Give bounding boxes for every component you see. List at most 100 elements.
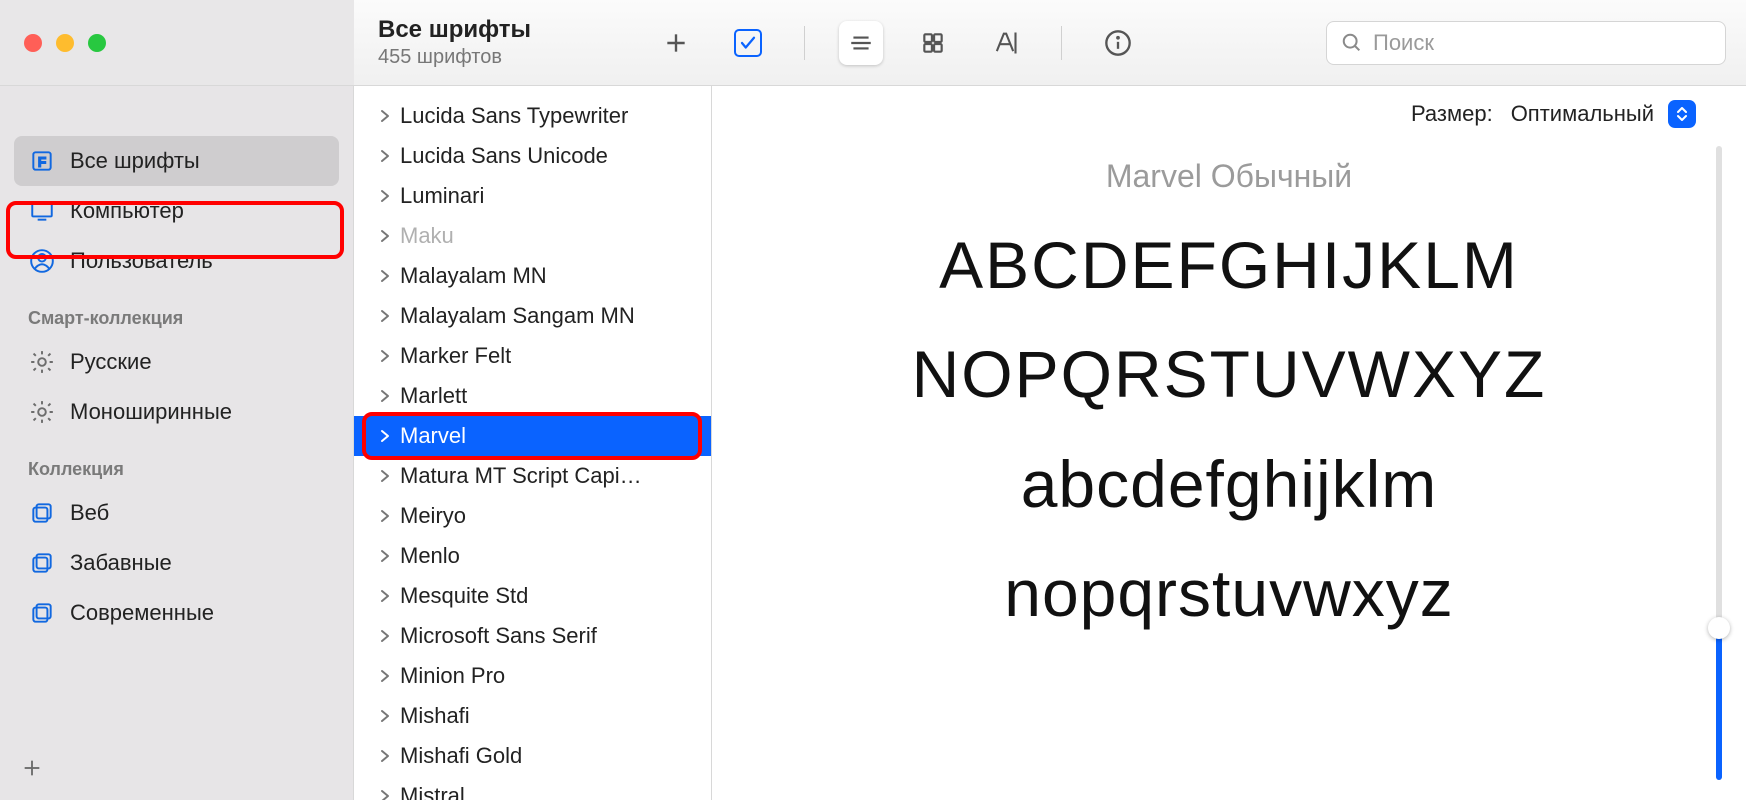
dropdown-arrow-icon [1668, 100, 1696, 128]
preview-font-name: Marvel Обычный [1106, 158, 1352, 195]
plus-icon [663, 30, 689, 56]
sidebar-item-collection-web[interactable]: Веб [14, 488, 339, 538]
size-select[interactable]: Оптимальный [1511, 100, 1696, 128]
info-icon [1104, 29, 1132, 57]
sidebar-item-label: Современные [70, 600, 214, 626]
font-list-item[interactable]: Marlett [354, 376, 711, 416]
preview-line: ABCDEFGHIJKLM [939, 231, 1519, 300]
font-list-item[interactable]: Minion Pro [354, 656, 711, 696]
sidebar-item-smart-monospace[interactable]: Моноширинные [14, 387, 339, 437]
chevron-right-icon [378, 589, 392, 603]
chevron-right-icon [378, 709, 392, 723]
sidebar-item-label: Все шрифты [70, 148, 200, 174]
font-name-label: Meiryo [400, 503, 466, 529]
sidebar-item-label: Моноширинные [70, 399, 232, 425]
stack-icon [28, 599, 56, 627]
chevron-right-icon [378, 669, 392, 683]
info-button[interactable] [1096, 21, 1140, 65]
chevron-right-icon [378, 749, 392, 763]
font-name-label: Lucida Sans [400, 86, 521, 89]
font-name-label: Mishafi Gold [400, 743, 522, 769]
toolbar-actions [654, 21, 1140, 65]
fullscreen-window-button[interactable] [88, 34, 106, 52]
preview-body: Marvel Обычный ABCDEFGHIJKLM NOPQRSTUVWX… [712, 138, 1746, 800]
gear-icon [28, 348, 56, 376]
font-list-item[interactable]: Microsoft Sans Serif [354, 616, 711, 656]
add-font-button[interactable] [654, 21, 698, 65]
sidebar-item-label: Компьютер [70, 198, 184, 224]
list-view-button[interactable] [839, 21, 883, 65]
font-list-item[interactable]: Marvel [354, 416, 711, 456]
sidebar-item-collection-fun[interactable]: Забавные [14, 538, 339, 588]
size-value: Оптимальный [1511, 101, 1654, 127]
search-input[interactable] [1373, 30, 1711, 56]
font-list-item[interactable]: Malayalam MN [354, 256, 711, 296]
sidebar-item-label: Веб [70, 500, 109, 526]
main-toolbar: Все шрифты 455 шрифтов [354, 0, 1746, 85]
chevron-right-icon [378, 469, 392, 483]
sidebar-item-label: Забавные [70, 550, 172, 576]
toolbar: Все шрифты 455 шрифтов [0, 0, 1746, 86]
search-box[interactable] [1326, 21, 1726, 65]
stack-icon [28, 499, 56, 527]
sidebar-item-smart-russian[interactable]: Русские [14, 337, 339, 387]
sidebar-item-computer[interactable]: Компьютер [14, 186, 339, 236]
chevron-right-icon [378, 149, 392, 163]
font-list-item[interactable]: Maku [354, 216, 711, 256]
stack-icon [28, 549, 56, 577]
font-name-label: Mesquite Std [400, 583, 528, 609]
grid-view-button[interactable] [911, 21, 955, 65]
font-list-item[interactable]: Malayalam Sangam MN [354, 296, 711, 336]
font-name-label: Minion Pro [400, 663, 505, 689]
font-name-label: Marvel [400, 423, 466, 449]
title-block: Все шрифты 455 шрифтов [354, 16, 654, 69]
font-name-label: Lucida Sans Typewriter [400, 103, 628, 129]
validate-fonts-button[interactable] [726, 21, 770, 65]
sidebar-heading-collection: Коллекция [0, 437, 353, 488]
font-list-item[interactable]: Meiryo [354, 496, 711, 536]
svg-text:F: F [38, 154, 46, 169]
list-icon [848, 30, 874, 56]
font-list[interactable]: Lucida Sans Lucida Sans Typewriter Lucida … [354, 86, 712, 800]
chevron-right-icon [378, 789, 392, 800]
font-list-item[interactable]: Mesquite Std [354, 576, 711, 616]
slider-thumb[interactable] [1708, 617, 1730, 639]
search-icon [1341, 32, 1363, 54]
search-wrap [1140, 21, 1746, 65]
font-name-label: Malayalam Sangam MN [400, 303, 635, 329]
font-list-item[interactable]: Mishafi [354, 696, 711, 736]
preview-header: Размер: Оптимальный [712, 86, 1746, 138]
font-list-item[interactable]: Menlo [354, 536, 711, 576]
font-list-item[interactable]: Lucida Sans Unicode [354, 136, 711, 176]
close-window-button[interactable] [24, 34, 42, 52]
gear-icon [28, 398, 56, 426]
font-name-label: Mistral [400, 783, 465, 800]
font-list-item[interactable]: Matura MT Script Capi… [354, 456, 711, 496]
font-name-label: Marlett [400, 383, 467, 409]
font-list-item[interactable]: Lucida Sans Typewriter [354, 96, 711, 136]
font-list-item[interactable]: Luminari [354, 176, 711, 216]
font-list-item[interactable]: Marker Felt [354, 336, 711, 376]
chevron-right-icon [378, 509, 392, 523]
font-list-item[interactable]: Lucida Sans [354, 86, 711, 96]
window-subtitle: 455 шрифтов [378, 46, 654, 69]
font-name-label: Malayalam MN [400, 263, 547, 289]
font-list-item[interactable]: Mistral [354, 776, 711, 800]
display-icon [28, 197, 56, 225]
sidebar-item-user[interactable]: Пользователь [14, 236, 339, 286]
minimize-window-button[interactable] [56, 34, 74, 52]
checkmark-icon [739, 34, 757, 52]
font-name-label: Maku [400, 223, 454, 249]
font-name-label: Luminari [400, 183, 484, 209]
custom-preview-button[interactable] [983, 21, 1027, 65]
chevron-right-icon [378, 109, 392, 123]
content: F Все шрифты Компьютер Пользователь Смар… [0, 86, 1746, 800]
sidebar-item-collection-modern[interactable]: Современные [14, 588, 339, 638]
add-collection-button[interactable] [14, 750, 50, 786]
toolbar-separator [1061, 26, 1062, 60]
size-slider[interactable] [1716, 146, 1722, 780]
toolbar-separator [804, 26, 805, 60]
sidebar-item-all-fonts[interactable]: F Все шрифты [14, 136, 339, 186]
font-list-item[interactable]: Mishafi Gold [354, 736, 711, 776]
preview-line: NOPQRSTUVWXYZ [912, 340, 1547, 409]
